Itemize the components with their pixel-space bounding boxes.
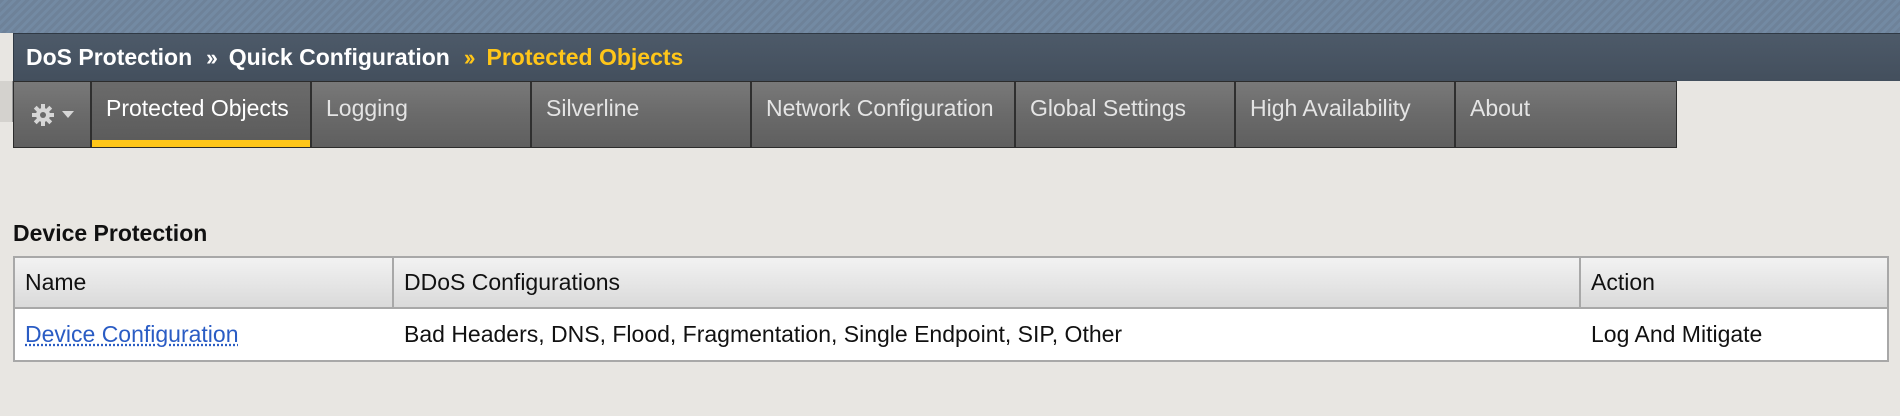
device-protection-table: Name DDoS Configurations Action Device C…	[13, 256, 1889, 362]
tab-label: Global Settings	[1030, 95, 1186, 121]
section-title: Device Protection	[13, 220, 208, 246]
breadcrumb-item-quick-configuration[interactable]: Quick Configuration	[229, 44, 450, 71]
table-cell-name: Device Configuration	[15, 321, 394, 348]
chevron-down-icon	[61, 111, 74, 118]
breadcrumb-item-protected-objects: Protected Objects	[486, 44, 684, 70]
tab-label: Network Configuration	[766, 95, 994, 121]
tab-silverline[interactable]: Silverline	[532, 82, 752, 147]
tab-label: High Availability	[1250, 95, 1411, 121]
tab-label: Logging	[326, 95, 408, 121]
top-banner	[0, 0, 1900, 33]
breadcrumb-item-dos-protection[interactable]: DoS Protection	[26, 44, 192, 71]
tab-label: Silverline	[546, 95, 640, 121]
left-edge-panel	[0, 81, 13, 122]
table-cell-ddos-configurations: Bad Headers, DNS, Flood, Fragmentation, …	[404, 321, 1123, 347]
tab-about[interactable]: About	[1456, 82, 1676, 147]
breadcrumb-separator: ››	[463, 44, 476, 70]
tab-high-availability[interactable]: High Availability	[1236, 82, 1456, 147]
device-configuration-link[interactable]: Device Configuration	[25, 321, 239, 347]
tab-global-settings[interactable]: Global Settings	[1016, 82, 1236, 147]
table-cell-action: Log And Mitigate	[1591, 321, 1763, 347]
gear-icon	[31, 103, 55, 127]
breadcrumb: DoS Protection ›› Quick Configuration ››…	[13, 33, 1900, 81]
breadcrumb-separator: ››	[206, 44, 218, 70]
tab-network-configuration[interactable]: Network Configuration	[752, 82, 1016, 147]
tab-label: About	[1470, 95, 1531, 121]
table-header: Name DDoS Configurations Action	[15, 258, 1887, 309]
tab-protected-objects[interactable]: Protected Objects	[92, 82, 312, 147]
column-header-name[interactable]: Name	[15, 258, 394, 307]
column-header-action[interactable]: Action	[1581, 258, 1887, 307]
gear-menu-button[interactable]	[14, 82, 92, 147]
tab-bar: Protected Objects Logging Silverline Net…	[13, 81, 1677, 148]
tab-label: Protected Objects	[106, 95, 289, 121]
tab-logging[interactable]: Logging	[312, 82, 532, 147]
table-row: Device Configuration Bad Headers, DNS, F…	[15, 309, 1887, 360]
column-header-ddos-configurations[interactable]: DDoS Configurations	[394, 258, 1581, 307]
